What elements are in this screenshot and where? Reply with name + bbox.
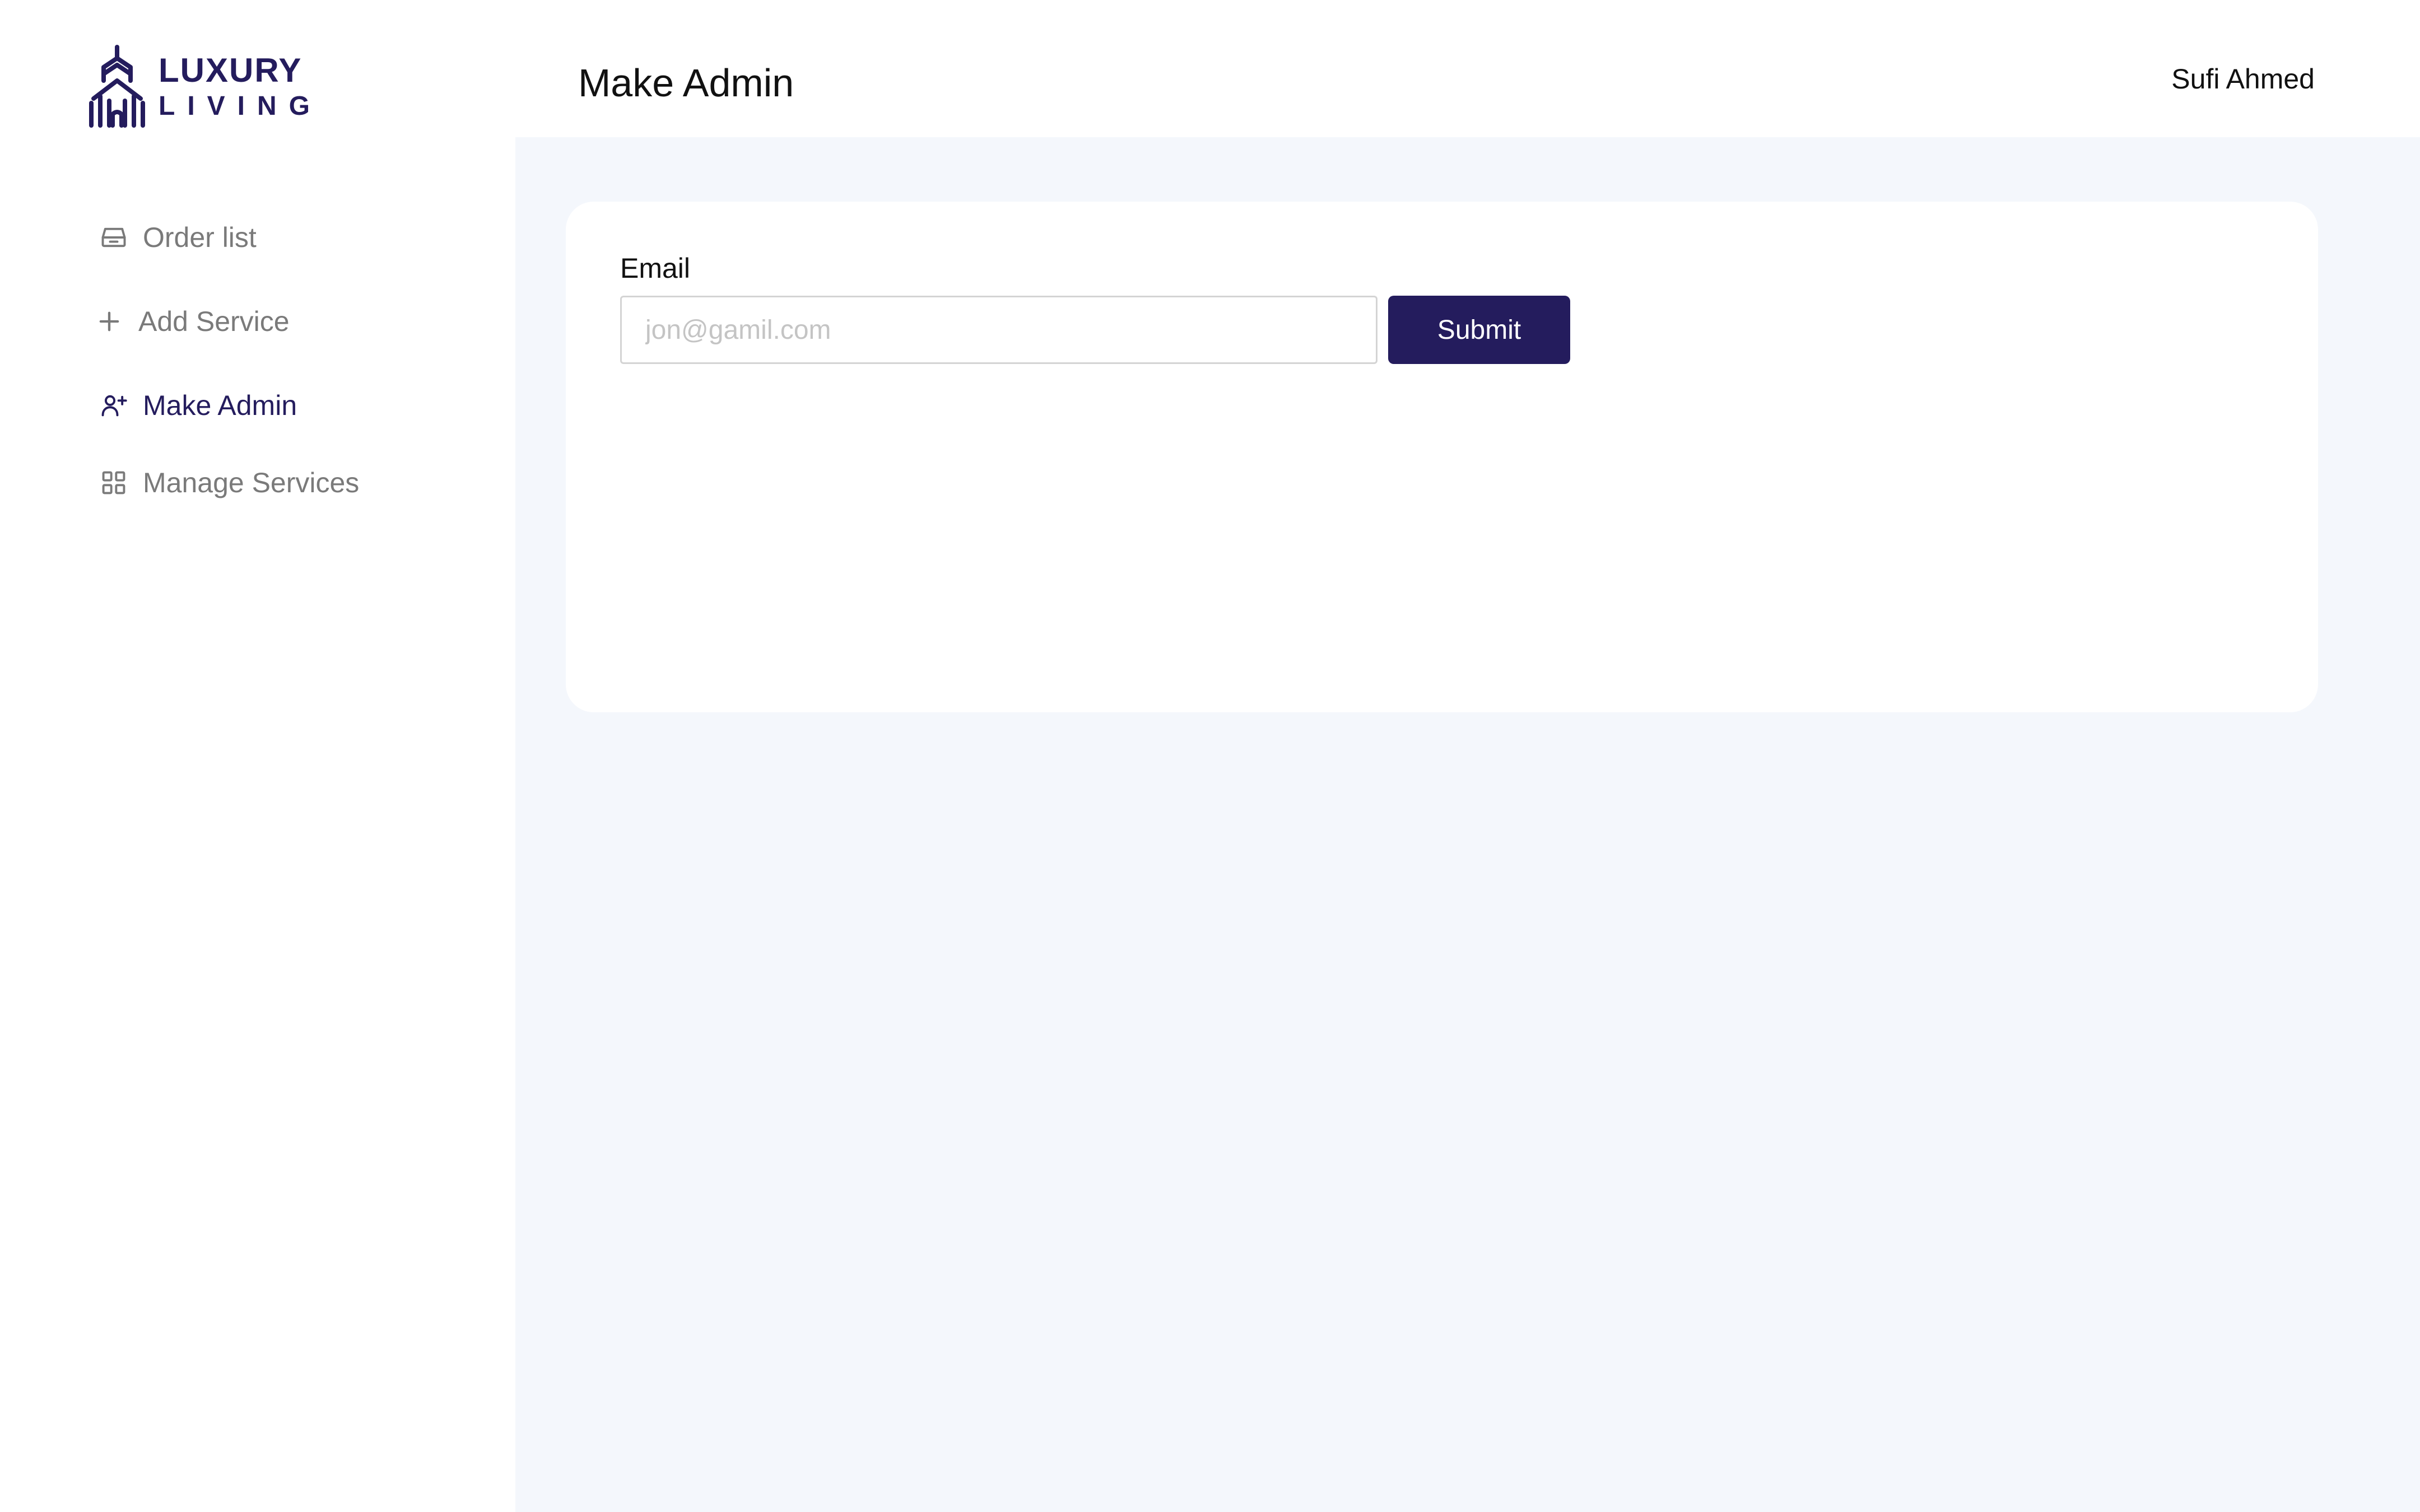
sidebar-item-manage-services[interactable]: Manage Services — [98, 466, 359, 499]
sidebar-item-make-admin[interactable]: Make Admin — [98, 389, 297, 422]
sidebar-item-add-service[interactable]: Add Service — [94, 305, 290, 338]
sidebar-item-order-list[interactable]: Order list — [98, 221, 257, 254]
sidebar-item-label: Add Service — [138, 306, 290, 337]
grid-icon — [98, 467, 129, 498]
sidebar-item-label: Make Admin — [143, 390, 297, 421]
inbox-icon — [98, 222, 129, 253]
user-plus-icon — [98, 390, 129, 421]
email-label: Email — [620, 253, 691, 284]
top-header: Make Admin Sufi Ahmed — [515, 0, 2420, 137]
brand-wordmark: LUXURY LIVING — [159, 54, 322, 120]
brand-line2: LIVING — [159, 91, 323, 121]
building-logo-icon — [89, 45, 145, 128]
user-name[interactable]: Sufi Ahmed — [2171, 63, 2315, 95]
page-title: Make Admin — [578, 61, 794, 105]
brand-line1: LUXURY — [159, 52, 302, 89]
sidebar-item-label: Manage Services — [143, 467, 360, 498]
brand-logo[interactable]: LUXURY LIVING — [87, 45, 322, 129]
sidebar: LUXURY LIVING Order list Add Service Mak… — [0, 0, 515, 1512]
plus-icon — [94, 306, 125, 337]
sidebar-item-label: Order list — [143, 222, 257, 253]
make-admin-card: Email Submit — [566, 202, 2318, 712]
email-field[interactable] — [620, 296, 1377, 364]
submit-button[interactable]: Submit — [1388, 296, 1570, 364]
